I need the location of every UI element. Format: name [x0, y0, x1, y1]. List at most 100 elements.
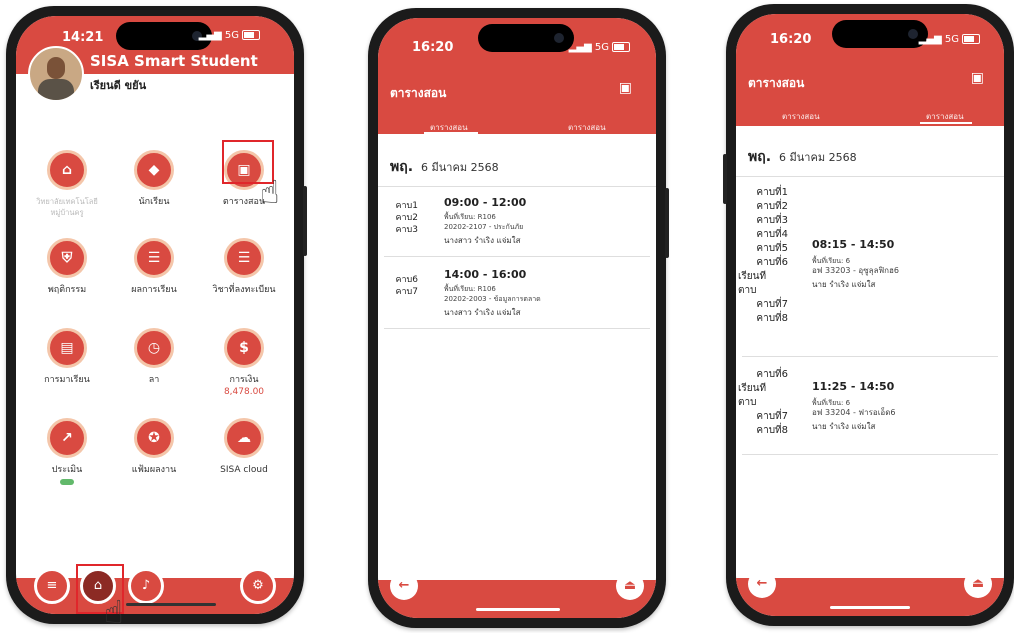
clock-icon: ◷ — [134, 328, 174, 368]
chart-line-icon: ↗ — [47, 418, 87, 458]
status-bar: 16:20 ▂▄▆ 5G — [378, 28, 656, 55]
side-button — [723, 154, 727, 204]
period-labels: คาบ1 คาบ2 คาบ3 — [395, 201, 418, 235]
menu-label: ประเมิน — [51, 465, 83, 475]
back-arrow-icon[interactable]: ← — [748, 570, 776, 598]
gear-icon[interactable]: ⚙ — [240, 568, 276, 604]
period-labels: คาบ6 คาบ7 — [395, 275, 418, 297]
tab-timetable-2[interactable]: ตารางสอน — [568, 121, 606, 134]
slot-teacher: นางสาว รำเริง แจ่มใส — [444, 308, 521, 317]
menu-item-attendance[interactable]: ▤ การมาเรียน — [26, 328, 108, 386]
register-list-icon: ☰ — [224, 238, 264, 278]
back-arrow-icon[interactable]: ← — [390, 572, 418, 600]
phone-mockup-timetable-1: 16:20 ▂▄▆ 5G ตารางสอน ▣ ตารางสอน ตารางสอ… — [368, 8, 669, 628]
status-network: ▂▄▆ 5G — [919, 34, 980, 45]
day-of-week: พฤ. — [390, 159, 414, 175]
slot-room: พื้นที่เรียน: R106 — [444, 213, 496, 221]
award-icon: ✪ — [134, 418, 174, 458]
home-indicator — [476, 608, 560, 611]
menu-item-registered[interactable]: ☰ วิชาที่ลงทะเบียน — [203, 238, 285, 296]
calendar-icon[interactable]: ▣ — [619, 80, 632, 96]
cloud-icon: ☁ — [224, 418, 264, 458]
timetable-screen: 16:20 ▂▄▆ 5G ตารางสอน ▣ ตารางสอน ตารางสอ… — [378, 18, 656, 618]
menu-label: วิทยาลัยเทคโนโลยีหมู่บ้านครู — [36, 197, 98, 217]
menu-label: พฤติกรรม — [47, 285, 87, 295]
status-bar: 16:20 ▂▄▆ 5G — [736, 24, 1004, 48]
menu-icon[interactable]: ≡ — [34, 568, 70, 604]
menu-item-student[interactable]: ◆ นักเรียน — [113, 150, 195, 208]
slot-subject: 20202-2003 - ข้อมูลการตลาด — [444, 295, 541, 303]
app-title: SISA Smart Student — [90, 52, 258, 70]
page-title: ตารางสอน — [748, 76, 805, 90]
slot-subject: อฟ 33203 - อุซูลุลฟิกฮ6 — [812, 266, 899, 275]
menu-item-leave[interactable]: ◷ ลา — [113, 328, 195, 386]
side-button — [665, 188, 669, 258]
list-item[interactable]: คาบที่1 คาบที่2 คาบที่3 คาบที่4 คาบที่5 คาบท… — [738, 180, 998, 357]
phone-mockup-timetable-2: 16:20 ▂▄▆ 5G ตารางสอน ▣ ตารางสอน ตารางสอ… — [723, 4, 1014, 626]
finance-balance: 8,478.00 — [223, 387, 265, 397]
bottom-bar — [378, 580, 656, 618]
menu-label: การมาเรียน — [44, 375, 90, 385]
slot-subject: อฟ 33204 - ฟารอเอ็ด6 — [812, 408, 896, 417]
side-button — [303, 186, 307, 256]
period-labels: คาบที่1 คาบที่2 คาบที่3 คาบที่4 คาบที่5 คาบท… — [738, 187, 788, 324]
phone-mockup-home: 14:21 ▂▄▆ 5G SISA Smart Student เรียนดี … — [6, 6, 307, 624]
slot-time: 11:25 - 14:50 — [812, 380, 895, 393]
slot-subject: 20202-2107 - ประกันภัย — [444, 223, 524, 231]
slot-teacher: นางสาว รำเริง แจ่มใส — [444, 236, 521, 245]
date-text: 6 มีนาคม 2568 — [779, 151, 857, 164]
menu-item-school[interactable]: ⌂ วิทยาลัยเทคโนโลยีหมู่บ้านครู — [26, 150, 108, 218]
list-item[interactable]: คาบที่6 เรียนที ตาบ คาบที่7 คาบที่8 11:25 … — [738, 360, 998, 455]
status-network: ▂▄▆ 5G — [199, 30, 260, 41]
home-screen: 14:21 ▂▄▆ 5G SISA Smart Student เรียนดี … — [16, 16, 294, 614]
menu-item-cloud[interactable]: ☁ SISA cloud — [203, 418, 285, 476]
menu-label: วิชาที่ลงทะเบียน — [212, 285, 276, 295]
list-item[interactable]: คาบ6 คาบ7 14:00 - 16:00 พื้นที่เรียน: R10… — [384, 258, 650, 329]
menu-label: นักเรียน — [138, 197, 170, 207]
slot-time: 08:15 - 14:50 — [812, 238, 895, 251]
battery-icon — [242, 30, 260, 40]
slot-room: พื้นที่เรียน: 6 — [812, 257, 851, 265]
eject-up-icon[interactable]: ⏏ — [616, 572, 644, 600]
menu-item-portfolio[interactable]: ✪ แฟ้มผลงาน — [113, 418, 195, 476]
shield-icon: ⛨ — [47, 238, 87, 278]
date-header: พฤ. 6 มีนาคม 2568 — [378, 156, 656, 187]
signal-icon: ▂▄▆ — [568, 42, 595, 53]
slot-time: 09:00 - 12:00 — [444, 196, 527, 209]
date-text: 6 มีนาคม 2568 — [421, 161, 499, 174]
battery-icon — [962, 34, 980, 44]
home-indicator — [830, 606, 910, 609]
menu-item-finance[interactable]: $ การเงิน 8,478.00 — [203, 328, 285, 398]
user-name: เรียนดี ขยัน — [90, 79, 147, 92]
page-title: ตารางสอน — [390, 86, 447, 100]
tab-indicator — [424, 132, 478, 134]
tap-hand-icon: ☝ — [104, 593, 124, 631]
list-item[interactable]: คาบ1 คาบ2 คาบ3 09:00 - 12:00 พื้นที่เรียน:… — [384, 190, 650, 257]
battery-icon — [612, 42, 630, 52]
slot-room: พื้นที่เรียน: 6 — [812, 399, 851, 407]
avatar[interactable] — [28, 46, 84, 102]
menu-item-grades[interactable]: ☰ ผลการเรียน — [113, 238, 195, 296]
bell-icon[interactable]: ♪ — [128, 568, 164, 604]
slot-room: พื้นที่เรียน: R106 — [444, 285, 496, 293]
tab-indicator — [920, 122, 972, 124]
date-header: พฤ. 6 มีนาคม 2568 — [736, 146, 1004, 177]
menu-label: ผลการเรียน — [131, 285, 177, 295]
grade-list-icon: ☰ — [134, 238, 174, 278]
menu-item-evaluation[interactable]: ↗ ประเมิน — [26, 418, 108, 485]
signal-icon: ▂▄▆ — [918, 34, 945, 45]
menu-label: ลา — [148, 375, 160, 385]
menu-label: การเงิน — [229, 375, 259, 385]
graduation-cap-icon: ◆ — [134, 150, 174, 190]
calendar-icon[interactable]: ▣ — [971, 70, 984, 86]
timetable-screen: 16:20 ▂▄▆ 5G ตารางสอน ▣ ตารางสอน ตารางสอ… — [736, 14, 1004, 616]
eject-up-icon[interactable]: ⏏ — [964, 570, 992, 598]
dollar-icon: $ — [224, 328, 264, 368]
menu-label: แฟ้มผลงาน — [131, 465, 177, 475]
status-time: 16:20 — [412, 40, 454, 55]
menu-item-behavior[interactable]: ⛨ พฤติกรรม — [26, 238, 108, 296]
home-indicator — [126, 603, 216, 606]
tab-timetable[interactable]: ตารางสอน — [782, 110, 820, 123]
status-network: ▂▄▆ 5G — [569, 42, 630, 53]
status-time: 14:21 — [62, 30, 104, 45]
